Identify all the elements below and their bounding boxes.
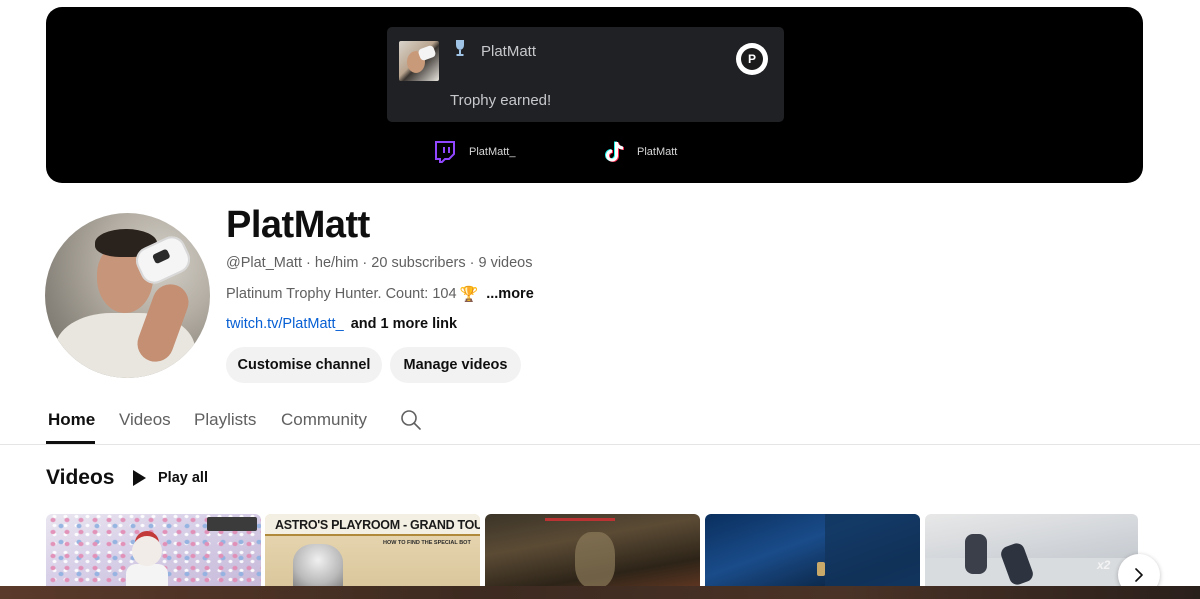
notification-avatar [399,41,439,81]
twitch-link[interactable]: twitch.tv/PlatMatt_ [226,316,344,332]
thumbnail-overlay: x2 [1097,558,1111,572]
trophy-notification: PlatMatt P Trophy earned! [387,27,784,122]
play-icon [133,470,146,486]
customise-channel-button[interactable]: Customise channel [226,347,382,383]
desktop-background-strip [0,586,1200,599]
platinum-trophy-icon [456,40,464,56]
trophy-icon: 🏆 [459,286,479,303]
video-thumbnail-1[interactable] [46,514,261,594]
channel-avatar[interactable] [45,213,210,378]
video-count: 9 videos [478,255,533,271]
channel-tabs: Home Videos Playlists Community [0,400,1200,445]
twitch-icon [435,141,455,163]
video-thumbnail-4[interactable] [705,514,920,594]
tiktok-handle: PlatMatt [637,146,678,158]
notification-username: PlatMatt [481,43,537,60]
play-all-label: Play all [158,470,208,486]
tab-community[interactable]: Community [281,410,367,430]
video-thumbnail-3[interactable] [485,514,700,594]
video-thumbnail-2[interactable]: ASTRO'S PLAYROOM - GRAND TOURIST TROPHY … [265,514,480,594]
manage-videos-button[interactable]: Manage videos [390,347,521,383]
more-links-button[interactable]: and 1 more link [351,316,457,332]
banner-social-tiktok: PlatMatt [603,140,677,164]
tab-videos[interactable]: Videos [119,410,171,430]
description-text: Platinum Trophy Hunter. Count: 104 [226,286,457,302]
channel-handle: @Plat_Matt [226,255,302,271]
channel-links: twitch.tv/PlatMatt_ and 1 more link [226,316,457,332]
twitch-handle: PlatMatt_ [469,146,516,158]
channel-name: PlatMatt [226,204,370,246]
description-more-link[interactable]: ...more [486,286,534,302]
tiktok-icon [605,141,624,162]
channel-description[interactable]: Platinum Trophy Hunter. Count: 104 🏆 ...… [226,285,534,303]
tab-home[interactable]: Home [48,410,95,430]
playstation-icon: P [736,43,768,75]
subscriber-count: 20 subscribers [371,255,466,271]
notification-message: Trophy earned! [450,92,552,109]
banner-social-twitch: PlatMatt_ [433,140,515,164]
channel-pronouns: he/him [314,255,359,271]
tab-playlists[interactable]: Playlists [194,410,256,430]
thumbnail-subtitle: HOW TO FIND THE SPECIAL BOT [383,540,471,546]
video-thumbnail-5[interactable]: x2 [925,514,1138,594]
chevron-right-icon [1135,568,1143,582]
active-tab-indicator [46,441,95,444]
thumbnail-title: ASTRO'S PLAYROOM - GRAND TOURIST TROPHY [275,518,480,532]
search-icon[interactable] [400,409,422,431]
videos-section-title: Videos [46,466,115,489]
play-all-button[interactable]: Play all [130,468,208,488]
channel-meta: @Plat_Matt · he/him · 20 subscribers · 9… [226,255,533,271]
channel-banner: PlatMatt P Trophy earned! PlatMatt_ Plat… [46,7,1143,183]
thumbnail-trophy-popup [207,517,257,531]
